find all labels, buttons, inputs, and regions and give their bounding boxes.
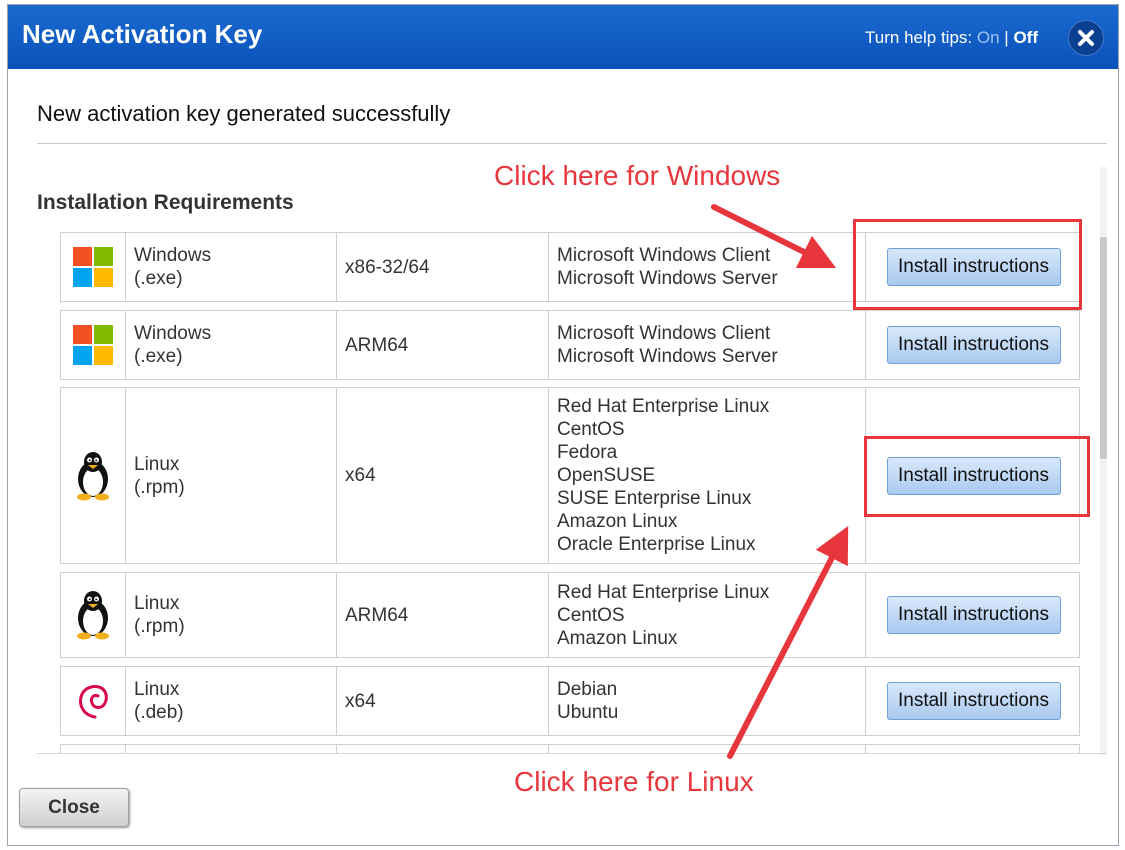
windows-highlight-box [853,219,1082,310]
windows-logo-icon [73,325,113,365]
supported-os: OpenSUSE [557,465,656,486]
linux-tux-icon [77,591,109,640]
supported-os: Red Hat Enterprise Linux [557,396,770,417]
architecture: x86-32/64 [345,256,430,278]
platform-name: Windows [134,323,212,344]
supported-os: CentOS [557,419,625,440]
platform-name: Linux [134,453,180,475]
help-tips-off-link[interactable]: Off [1013,28,1038,47]
supported-os: SUSE Enterprise Linux [557,488,752,509]
package-type: (.deb) [134,702,184,723]
supported-os: Microsoft Windows Server [557,268,778,289]
help-tips-toggle: Turn help tips: On | Off [865,28,1038,48]
supported-os: Fedora [557,442,618,463]
supported-os: Microsoft Windows Client [557,245,771,266]
section-title: Installation Requirements [37,191,294,214]
help-tips-separator: | [1004,28,1009,47]
linux-tux-icon [77,451,109,500]
dialog-title: New Activation Key [22,19,263,49]
package-type: (.rpm) [134,616,185,637]
supported-os: Microsoft Windows Client [557,323,771,344]
package-type: (.exe) [134,346,183,367]
linux-callout: Click here for Linux [514,766,754,797]
supported-os: Oracle Enterprise Linux [557,534,756,555]
package-type: (.exe) [134,268,183,289]
supported-os: Debian [557,679,618,700]
activation-key-dialog: New Activation Key Turn help tips: On | … [7,4,1119,846]
architecture: ARM64 [345,604,409,626]
platform-name: Windows [134,245,212,266]
close-button[interactable]: Close [19,788,129,827]
footer-divider [37,753,1107,754]
supported-os: Microsoft Windows Server [557,346,778,367]
success-message: New activation key generated successfull… [37,101,451,126]
package-type: (.rpm) [134,476,185,498]
supported-os: Ubuntu [557,702,619,723]
supported-os: Red Hat Enterprise Linux [557,581,770,603]
requirement-row: Linux (.rpm) ARM64 Red Hat Enterprise Li… [60,572,1080,658]
requirement-row: Windows (.exe) ARM64 Microsoft Windows C… [60,310,1080,380]
windows-callout: Click here for Windows [494,160,781,191]
install-instructions-button[interactable]: Install instructions [886,326,1061,364]
linux-highlight-box [864,436,1090,517]
install-instructions-button[interactable]: Install instructions [886,596,1061,634]
help-tips-on-link[interactable]: On [977,28,1000,47]
debian-swirl-icon [79,685,108,719]
close-icon [1078,30,1094,46]
close-dialog-button[interactable] [1068,20,1104,56]
architecture: ARM64 [345,334,409,356]
architecture: x64 [345,690,376,712]
dialog-titlebar: New Activation Key Turn help tips: On | … [8,5,1118,69]
divider [37,143,1107,144]
platform-name: Linux [134,593,180,614]
install-instructions-button[interactable]: Install instructions [886,682,1061,720]
architecture: x64 [345,465,376,486]
scrollbar-thumb[interactable] [1100,237,1107,459]
windows-logo-icon [73,247,113,287]
help-tips-label: Turn help tips: [865,28,973,47]
platform-name: Linux [134,679,180,700]
supported-os: Amazon Linux [557,627,678,649]
supported-os: Amazon Linux [557,511,678,532]
supported-os: CentOS [557,604,625,626]
requirement-row: Linux (.deb) x64 Debian Ubuntu Install i… [60,666,1080,736]
